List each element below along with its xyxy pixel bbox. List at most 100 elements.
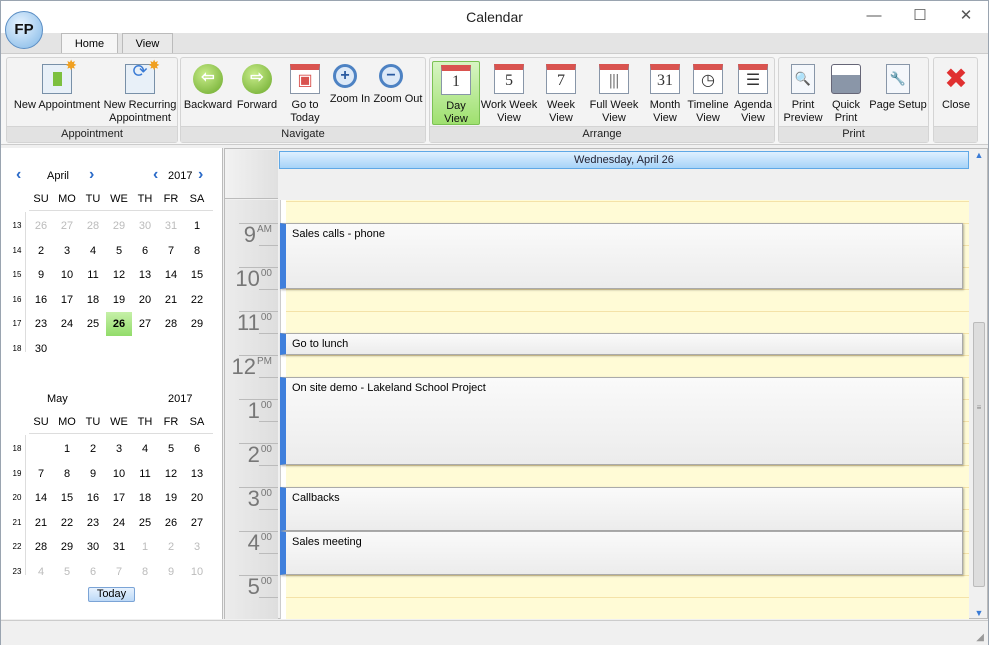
day-cell[interactable]: 6 xyxy=(80,560,106,584)
appointment[interactable]: Sales calls - phone xyxy=(280,223,963,289)
day-view-button[interactable]: 1 Day View xyxy=(432,61,480,125)
page-setup-button[interactable]: 🔧 Page Setup xyxy=(867,61,929,125)
day-cell[interactable]: 12 xyxy=(158,462,184,486)
appointment[interactable]: Callbacks xyxy=(280,487,963,531)
day-cell[interactable]: 19 xyxy=(158,486,184,510)
day-cell[interactable]: 18 xyxy=(132,486,158,510)
day-cell[interactable]: 10 xyxy=(184,560,210,584)
day-cell[interactable]: 9 xyxy=(158,560,184,584)
tab-view[interactable]: View xyxy=(122,33,173,54)
day-cell[interactable]: 7 xyxy=(28,462,54,486)
day-cell[interactable]: 27 xyxy=(132,312,158,336)
scroll-thumb[interactable]: ≡ xyxy=(973,322,985,587)
next-year-icon[interactable]: › xyxy=(198,166,203,184)
day-cell[interactable]: 24 xyxy=(54,312,80,336)
prev-year-icon[interactable]: ‹ xyxy=(153,166,158,184)
day-cell[interactable]: 15 xyxy=(54,486,80,510)
agenda-view-button[interactable]: ☰ Agenda View xyxy=(732,61,774,125)
year[interactable]: 2017 xyxy=(168,393,192,405)
next-month-icon[interactable]: › xyxy=(89,166,94,184)
day-cell[interactable]: 13 xyxy=(132,263,158,287)
day-cell[interactable]: 20 xyxy=(132,288,158,312)
day-cell[interactable]: 16 xyxy=(28,288,54,312)
day-cell[interactable]: 30 xyxy=(132,214,158,238)
minimize-button[interactable]: — xyxy=(859,5,889,27)
day-cell[interactable]: 1 xyxy=(132,535,158,559)
day-cell[interactable]: 21 xyxy=(28,511,54,535)
day-cell[interactable]: 22 xyxy=(184,288,210,312)
day-cell[interactable]: 23 xyxy=(28,312,54,336)
day-cell[interactable]: 22 xyxy=(54,511,80,535)
day-cell[interactable]: 29 xyxy=(106,214,132,238)
day-cell[interactable]: 19 xyxy=(106,288,132,312)
month-view-button[interactable]: 31 Month View xyxy=(646,61,684,125)
tab-home[interactable]: Home xyxy=(61,33,118,55)
day-cell[interactable]: 28 xyxy=(28,535,54,559)
day-cell[interactable]: 30 xyxy=(28,337,54,361)
resize-grip-icon[interactable]: ◢ xyxy=(976,632,984,643)
today-button[interactable]: Today xyxy=(88,587,135,602)
go-to-today-button[interactable]: ▣ Go to Today xyxy=(283,61,327,125)
full-week-view-button[interactable]: ||| Full Week View xyxy=(582,61,646,125)
appointment[interactable]: Go to lunch xyxy=(280,333,963,355)
day-cell[interactable]: 26 xyxy=(28,214,54,238)
year[interactable]: 2017 xyxy=(168,170,192,182)
month-name[interactable]: May xyxy=(47,393,68,405)
day-cell[interactable]: 10 xyxy=(54,263,80,287)
day-cell[interactable]: 14 xyxy=(28,486,54,510)
day-cell[interactable]: 29 xyxy=(184,312,210,336)
day-cell[interactable]: 2 xyxy=(80,437,106,461)
print-preview-button[interactable]: 🔍 Print Preview xyxy=(781,61,825,125)
day-cell[interactable]: 3 xyxy=(54,239,80,263)
day-cell[interactable]: 7 xyxy=(106,560,132,584)
forward-button[interactable]: ⇨ Forward xyxy=(233,61,281,125)
day-cell[interactable]: 8 xyxy=(184,239,210,263)
day-cell[interactable]: 2 xyxy=(158,535,184,559)
scroll-down-icon[interactable]: ▼ xyxy=(971,608,987,618)
day-cell[interactable]: 16 xyxy=(80,486,106,510)
day-cell[interactable]: 12 xyxy=(106,263,132,287)
day-cell[interactable]: 8 xyxy=(54,462,80,486)
vertical-scrollbar[interactable]: ▲ ≡ ▼ xyxy=(971,150,987,618)
day-cell[interactable]: 11 xyxy=(80,263,106,287)
day-cell[interactable]: 31 xyxy=(158,214,184,238)
day-cell[interactable]: 6 xyxy=(132,239,158,263)
appointment[interactable]: Sales meeting xyxy=(280,531,963,575)
work-week-view-button[interactable]: 5 Work Week View xyxy=(480,61,538,125)
day-cell[interactable]: 29 xyxy=(54,535,80,559)
day-cell[interactable]: 31 xyxy=(106,535,132,559)
day-cell[interactable]: 3 xyxy=(106,437,132,461)
maximize-button[interactable]: ☐ xyxy=(905,5,935,27)
zoom-out-button[interactable]: − Zoom Out xyxy=(373,61,423,125)
day-cell[interactable]: 5 xyxy=(158,437,184,461)
day-cell[interactable]: 23 xyxy=(80,511,106,535)
day-cell[interactable]: 26 xyxy=(106,312,132,336)
day-cell[interactable]: 14 xyxy=(158,263,184,287)
zoom-in-button[interactable]: + Zoom In xyxy=(327,61,373,125)
day-cell[interactable]: 9 xyxy=(28,263,54,287)
day-cell[interactable]: 17 xyxy=(54,288,80,312)
backward-button[interactable]: ⇦ Backward xyxy=(183,61,233,125)
scroll-up-icon[interactable]: ▲ xyxy=(971,150,987,160)
day-cell[interactable]: 1 xyxy=(184,214,210,238)
day-cell[interactable]: 4 xyxy=(28,560,54,584)
day-cell[interactable]: 1 xyxy=(54,437,80,461)
day-cell[interactable]: 24 xyxy=(106,511,132,535)
day-cell[interactable]: 9 xyxy=(80,462,106,486)
day-cell[interactable]: 25 xyxy=(132,511,158,535)
day-cell[interactable]: 11 xyxy=(132,462,158,486)
new-recurring-appointment-button[interactable]: ✸ ⟳ New Recurring Appointment xyxy=(102,58,178,125)
day-cell[interactable]: 5 xyxy=(54,560,80,584)
day-cell[interactable]: 28 xyxy=(80,214,106,238)
timeline-view-button[interactable]: ◷ Timeline View xyxy=(684,61,732,125)
day-cell[interactable]: 6 xyxy=(184,437,210,461)
day-cell[interactable]: 4 xyxy=(80,239,106,263)
day-cell[interactable]: 2 xyxy=(28,239,54,263)
day-cell[interactable]: 10 xyxy=(106,462,132,486)
day-cell[interactable]: 21 xyxy=(158,288,184,312)
close-button[interactable]: ✖ Close xyxy=(936,61,976,125)
day-cell[interactable]: 3 xyxy=(184,535,210,559)
window-close-button[interactable]: ✕ xyxy=(951,5,981,27)
day-cell[interactable]: 5 xyxy=(106,239,132,263)
day-header[interactable]: Wednesday, April 26 xyxy=(279,151,969,169)
